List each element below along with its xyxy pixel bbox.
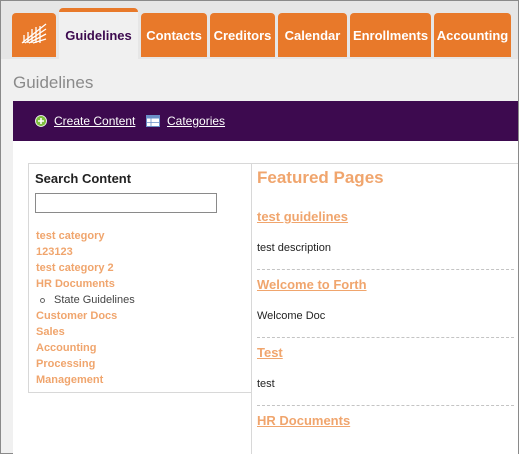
logo-button[interactable] [12, 13, 56, 57]
tab-label: Accounting [436, 27, 509, 43]
tab-label: Guidelines [65, 28, 132, 43]
bullet-icon [40, 297, 45, 303]
categories-button[interactable]: Categories [146, 114, 225, 128]
subcategory-label: State Guidelines [54, 294, 135, 306]
separator [257, 337, 514, 338]
create-content-label: Create Content [54, 114, 136, 128]
search-content-panel: Search Content test category 123123 test… [28, 163, 259, 393]
content-area: Create Content Categories Search Content… [13, 101, 518, 454]
category-item[interactable]: HR Documents [36, 276, 135, 292]
category-list: test category 123123 test category 2 HR … [36, 228, 135, 388]
featured-page-description: test [257, 378, 275, 390]
category-item[interactable]: test category [36, 228, 135, 244]
search-panel-title: Search Content [35, 171, 132, 186]
page-title: Guidelines [13, 73, 94, 92]
separator [257, 405, 514, 406]
tab-calendar[interactable]: Calendar [278, 13, 347, 57]
tab-accounting[interactable]: Accounting [434, 13, 511, 57]
tab-enrollments[interactable]: Enrollments [350, 13, 431, 57]
category-item[interactable]: Customer Docs [36, 308, 135, 324]
featured-page-link[interactable]: HR Documents [257, 413, 350, 428]
category-item[interactable]: Processing [36, 356, 135, 372]
featured-page-link[interactable]: Welcome to Forth [257, 277, 367, 292]
tab-label: Enrollments [352, 27, 429, 43]
search-input[interactable] [35, 193, 217, 213]
featured-pages-panel: Featured Pages test guidelines test desc… [251, 163, 518, 454]
categories-label: Categories [167, 114, 226, 128]
category-item[interactable]: test category 2 [36, 260, 135, 276]
tab-creditors[interactable]: Creditors [210, 13, 275, 57]
tab-label: Creditors [213, 27, 272, 43]
category-item[interactable]: Management [36, 372, 135, 388]
category-item[interactable]: 123123 [36, 244, 135, 260]
logo-icon [20, 21, 48, 50]
separator [257, 269, 514, 270]
create-content-button[interactable]: Create Content [35, 114, 135, 128]
tab-guidelines[interactable]: Guidelines [59, 8, 138, 59]
category-item[interactable]: Accounting [36, 340, 135, 356]
featured-pages-title: Featured Pages [257, 168, 384, 187]
tab-label: Calendar [284, 27, 341, 43]
action-toolbar: Create Content Categories [13, 101, 518, 141]
tab-label: Contacts [146, 27, 202, 43]
tab-contacts[interactable]: Contacts [141, 13, 207, 57]
featured-page-link[interactable]: Test [257, 345, 283, 360]
category-item[interactable]: Sales [36, 324, 135, 340]
top-navigation: Guidelines Contacts Creditors Calendar E… [1, 1, 518, 59]
featured-page-description: test description [257, 242, 331, 254]
subcategory-item[interactable]: State Guidelines [36, 292, 135, 308]
categories-grid-icon [146, 115, 160, 127]
featured-page-description: Welcome Doc [257, 310, 326, 322]
plus-circle-icon [35, 115, 47, 127]
featured-page-link[interactable]: test guidelines [257, 209, 348, 224]
